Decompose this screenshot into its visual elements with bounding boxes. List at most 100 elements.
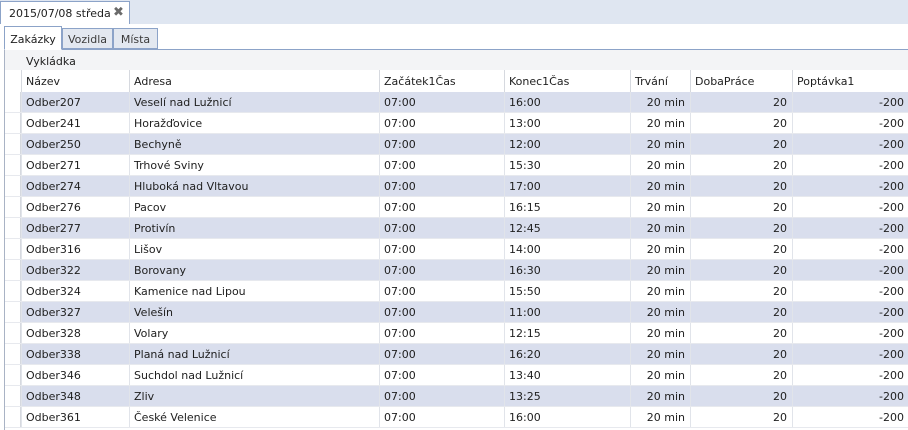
tab-mista[interactable]: Místa <box>113 28 158 49</box>
cell-nazev[interactable]: Odber346 <box>21 365 129 385</box>
cell-konec1cas[interactable]: 11:00 <box>504 302 630 322</box>
cell-dobaprace[interactable]: 20 <box>690 155 792 175</box>
row-indicator[interactable] <box>5 176 21 196</box>
cell-zacatek1cas[interactable]: 07:00 <box>379 407 504 427</box>
table-row[interactable]: Odber316 Lišov 07:00 14:00 20 min 20 -200 <box>5 239 908 260</box>
cell-dobaprace[interactable]: 20 <box>690 134 792 154</box>
cell-poptavka1[interactable]: -200 <box>792 134 908 154</box>
cell-dobaprace[interactable]: 20 <box>690 407 792 427</box>
cell-poptavka1[interactable]: -200 <box>792 302 908 322</box>
cell-konec1cas[interactable]: 16:30 <box>504 260 630 280</box>
cell-dobaprace[interactable]: 20 <box>690 260 792 280</box>
cell-dobaprace[interactable]: 20 <box>690 323 792 343</box>
header-col-nazev[interactable]: Název <box>21 70 129 92</box>
document-tab[interactable]: 2015/07/08 středa ✖ <box>0 1 130 24</box>
header-col-poptavka1[interactable]: Poptávka1 <box>792 70 908 92</box>
cell-dobaprace[interactable]: 20 <box>690 239 792 259</box>
cell-zacatek1cas[interactable]: 07:00 <box>379 176 504 196</box>
cell-poptavka1[interactable]: -200 <box>792 407 908 427</box>
cell-zacatek1cas[interactable]: 07:00 <box>379 365 504 385</box>
cell-poptavka1[interactable]: -200 <box>792 344 908 364</box>
cell-trvani[interactable]: 20 min <box>630 344 690 364</box>
row-indicator[interactable] <box>5 218 21 238</box>
cell-nazev[interactable]: Odber250 <box>21 134 129 154</box>
cell-poptavka1[interactable]: -200 <box>792 260 908 280</box>
row-indicator[interactable] <box>5 281 21 301</box>
cell-konec1cas[interactable]: 13:40 <box>504 365 630 385</box>
cell-poptavka1[interactable]: -200 <box>792 323 908 343</box>
row-indicator[interactable] <box>5 323 21 343</box>
cell-poptavka1[interactable]: -200 <box>792 281 908 301</box>
cell-adresa[interactable]: Trhové Sviny <box>129 155 379 175</box>
row-indicator[interactable] <box>5 197 21 217</box>
table-row[interactable]: Odber361 České Velenice 07:00 16:00 20 min 20… <box>5 407 908 428</box>
cell-konec1cas[interactable]: 13:00 <box>504 113 630 133</box>
table-row[interactable]: Odber328 Volary 07:00 12:15 20 min 20 -200 <box>5 323 908 344</box>
cell-konec1cas[interactable]: 15:30 <box>504 155 630 175</box>
cell-trvani[interactable]: 20 min <box>630 407 690 427</box>
cell-trvani[interactable]: 20 min <box>630 113 690 133</box>
header-col-adresa[interactable]: Adresa <box>129 70 379 92</box>
cell-nazev[interactable]: Odber327 <box>21 302 129 322</box>
cell-nazev[interactable]: Odber207 <box>21 92 129 112</box>
cell-zacatek1cas[interactable]: 07:00 <box>379 218 504 238</box>
cell-nazev[interactable]: Odber316 <box>21 239 129 259</box>
table-row[interactable]: Odber250 Bechyně 07:00 12:00 20 min 20 -200 <box>5 134 908 155</box>
cell-konec1cas[interactable]: 12:45 <box>504 218 630 238</box>
cell-nazev[interactable]: Odber274 <box>21 176 129 196</box>
cell-adresa[interactable]: Kamenice nad Lipou <box>129 281 379 301</box>
cell-konec1cas[interactable]: 12:00 <box>504 134 630 154</box>
table-row[interactable]: Odber274 Hluboká nad Vltavou 07:00 17:00 20 … <box>5 176 908 197</box>
tab-vozidla[interactable]: Vozidla <box>62 28 113 49</box>
cell-adresa[interactable]: České Velenice <box>129 407 379 427</box>
cell-nazev[interactable]: Odber276 <box>21 197 129 217</box>
cell-trvani[interactable]: 20 min <box>630 281 690 301</box>
cell-zacatek1cas[interactable]: 07:00 <box>379 260 504 280</box>
cell-trvani[interactable]: 20 min <box>630 197 690 217</box>
cell-adresa[interactable]: Lišov <box>129 239 379 259</box>
table-row[interactable]: Odber327 Velešín 07:00 11:00 20 min 20 -200 <box>5 302 908 323</box>
cell-dobaprace[interactable]: 20 <box>690 365 792 385</box>
cell-trvani[interactable]: 20 min <box>630 92 690 112</box>
table-row[interactable]: Odber271 Trhové Sviny 07:00 15:30 20 min 20 -2… <box>5 155 908 176</box>
table-row[interactable]: Odber324 Kamenice nad Lipou 07:00 15:50 20 m… <box>5 281 908 302</box>
cell-poptavka1[interactable]: -200 <box>792 218 908 238</box>
cell-dobaprace[interactable]: 20 <box>690 197 792 217</box>
cell-zacatek1cas[interactable]: 07:00 <box>379 344 504 364</box>
cell-poptavka1[interactable]: -200 <box>792 365 908 385</box>
row-indicator[interactable] <box>5 92 21 112</box>
cell-trvani[interactable]: 20 min <box>630 260 690 280</box>
cell-trvani[interactable]: 20 min <box>630 239 690 259</box>
row-indicator[interactable] <box>5 302 21 322</box>
cell-konec1cas[interactable]: 16:00 <box>504 407 630 427</box>
row-indicator[interactable] <box>5 155 21 175</box>
cell-konec1cas[interactable]: 16:00 <box>504 92 630 112</box>
cell-zacatek1cas[interactable]: 07:00 <box>379 386 504 406</box>
cell-konec1cas[interactable]: 17:00 <box>504 176 630 196</box>
cell-konec1cas[interactable]: 16:15 <box>504 197 630 217</box>
cell-dobaprace[interactable]: 20 <box>690 218 792 238</box>
cell-konec1cas[interactable]: 13:25 <box>504 386 630 406</box>
row-indicator[interactable] <box>5 239 21 259</box>
cell-konec1cas[interactable]: 16:20 <box>504 344 630 364</box>
cell-dobaprace[interactable]: 20 <box>690 176 792 196</box>
cell-konec1cas[interactable]: 14:00 <box>504 239 630 259</box>
cell-nazev[interactable]: Odber328 <box>21 323 129 343</box>
cell-adresa[interactable]: Velešín <box>129 302 379 322</box>
cell-trvani[interactable]: 20 min <box>630 134 690 154</box>
table-row[interactable]: Odber338 Planá nad Lužnicí 07:00 16:20 20 mi… <box>5 344 908 365</box>
cell-nazev[interactable]: Odber348 <box>21 386 129 406</box>
table-row[interactable]: Odber322 Borovany 07:00 16:30 20 min 20 -200 <box>5 260 908 281</box>
cell-nazev[interactable]: Odber271 <box>21 155 129 175</box>
cell-adresa[interactable]: Horažďovice <box>129 113 379 133</box>
cell-dobaprace[interactable]: 20 <box>690 281 792 301</box>
cell-zacatek1cas[interactable]: 07:00 <box>379 92 504 112</box>
cell-adresa[interactable]: Pacov <box>129 197 379 217</box>
cell-dobaprace[interactable]: 20 <box>690 302 792 322</box>
cell-adresa[interactable]: Planá nad Lužnicí <box>129 344 379 364</box>
cell-adresa[interactable]: Borovany <box>129 260 379 280</box>
row-indicator[interactable] <box>5 113 21 133</box>
row-indicator[interactable] <box>5 407 21 427</box>
cell-adresa[interactable]: Volary <box>129 323 379 343</box>
cell-poptavka1[interactable]: -200 <box>792 386 908 406</box>
